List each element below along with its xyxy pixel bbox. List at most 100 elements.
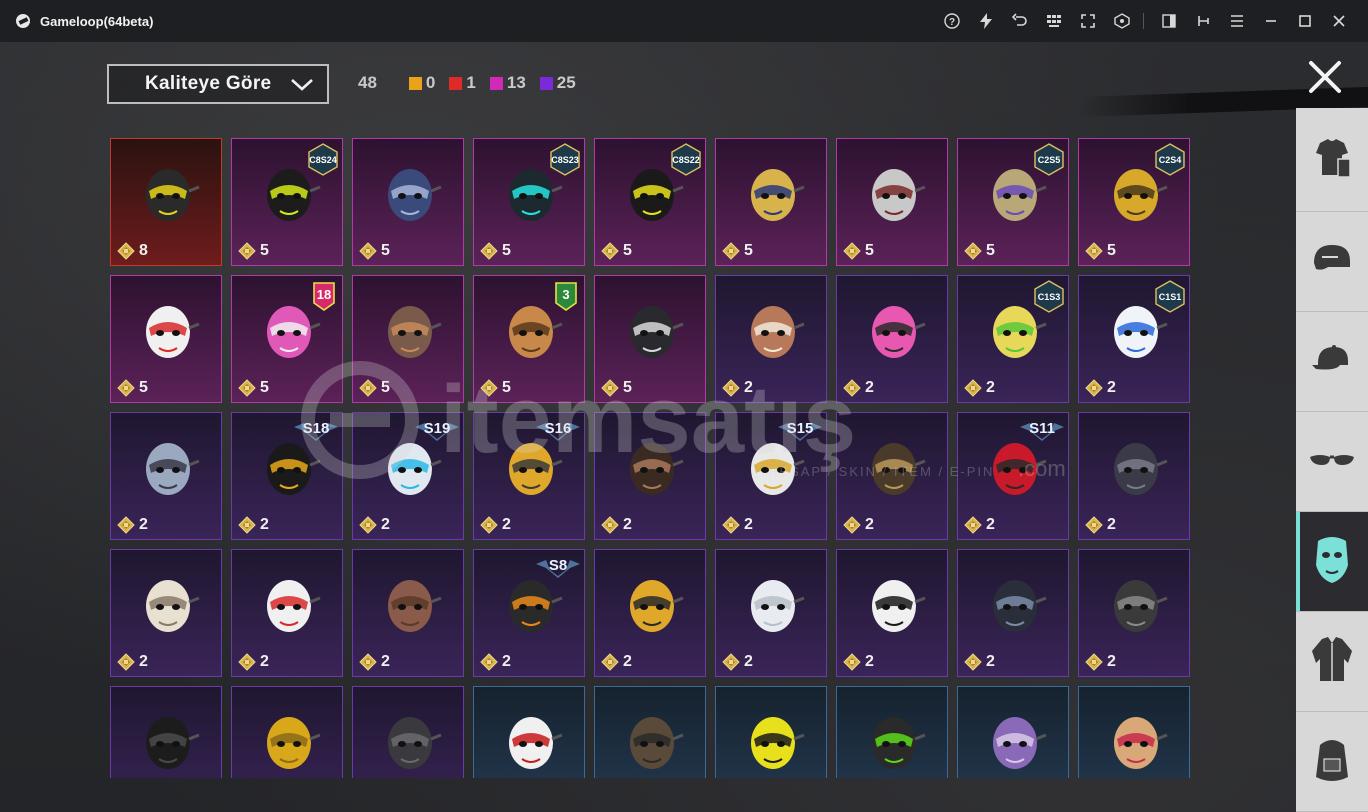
item-card[interactable]: C8S24 5 — [231, 138, 343, 266]
mask-image — [388, 306, 442, 358]
mask-image — [751, 580, 805, 632]
item-cost-value: 5 — [865, 242, 874, 259]
item-card[interactable]: C1S1 2 — [1078, 275, 1190, 403]
flash-icon[interactable] — [971, 6, 1001, 36]
item-card[interactable]: S11 2 — [957, 412, 1069, 540]
sidebar-tab-helmet[interactable] — [1296, 212, 1368, 312]
item-cost-value: 5 — [744, 242, 753, 259]
item-card[interactable] — [836, 686, 948, 778]
item-card[interactable] — [957, 686, 1069, 778]
mask-image — [267, 443, 321, 495]
item-card[interactable]: 8 — [110, 138, 222, 266]
sidebar-tab-cap[interactable] — [1296, 312, 1368, 412]
item-card[interactable]: S8 2 — [473, 549, 585, 677]
item-card[interactable]: 35 — [473, 275, 585, 403]
item-card[interactable]: 2 — [715, 275, 827, 403]
item-card[interactable] — [715, 686, 827, 778]
coin-icon — [117, 242, 135, 260]
item-card[interactable]: 2 — [1078, 412, 1190, 540]
item-card[interactable]: 2 — [957, 549, 1069, 677]
item-card[interactable]: C8S22 5 — [594, 138, 706, 266]
item-card[interactable]: C1S3 2 — [957, 275, 1069, 403]
mask-image — [1114, 443, 1168, 495]
item-cost: 5 — [480, 379, 511, 397]
mask-image — [146, 443, 200, 495]
svg-text:?: ? — [949, 17, 955, 28]
mask-image — [630, 443, 684, 495]
item-cost-value: 5 — [502, 242, 511, 259]
coin-icon — [1085, 242, 1103, 260]
close-icon[interactable] — [1306, 58, 1344, 96]
item-cost-value: 2 — [744, 379, 753, 396]
item-card[interactable]: S18 2 — [231, 412, 343, 540]
sidebar-tab-outfit[interactable] — [1296, 112, 1368, 212]
sidebar-tab-jacket[interactable] — [1296, 612, 1368, 712]
coin-icon — [722, 516, 740, 534]
item-card[interactable]: 2 — [836, 275, 948, 403]
item-card[interactable] — [352, 686, 464, 778]
help-icon[interactable]: ? — [937, 6, 967, 36]
item-cost-value: 2 — [1107, 653, 1116, 670]
item-card[interactable]: C8S23 5 — [473, 138, 585, 266]
season-badge-icon: C8S22 — [671, 143, 701, 176]
item-card[interactable]: 2 — [110, 549, 222, 677]
coin-icon — [359, 653, 377, 671]
close-window-icon[interactable] — [1324, 6, 1354, 36]
gyro-icon[interactable] — [1107, 6, 1137, 36]
item-card[interactable]: 5 — [110, 275, 222, 403]
fullscreen-icon[interactable] — [1073, 6, 1103, 36]
sidebar-tab-glasses[interactable] — [1296, 412, 1368, 512]
item-cost: 2 — [1085, 379, 1116, 397]
menu-icon[interactable] — [1222, 6, 1252, 36]
jacket-icon — [1308, 633, 1356, 690]
coin-icon — [480, 516, 498, 534]
item-card[interactable]: 5 — [594, 275, 706, 403]
sidebar-tab-mask[interactable] — [1296, 512, 1368, 612]
sidebar-toggle-icon[interactable] — [1154, 6, 1184, 36]
season-badge-label: C8S22 — [672, 155, 700, 165]
item-card[interactable]: S16 2 — [473, 412, 585, 540]
sidebar-tab-backpack[interactable] — [1296, 712, 1368, 812]
item-card[interactable]: C2S4 5 — [1078, 138, 1190, 266]
legendary-swatch — [408, 76, 422, 90]
item-card[interactable]: 18 5 — [231, 275, 343, 403]
item-cost-value: 5 — [502, 379, 511, 396]
coin-icon — [117, 379, 135, 397]
pin-icon[interactable] — [1188, 6, 1218, 36]
keyboard-icon[interactable] — [1039, 6, 1069, 36]
season-badge-icon: C8S24 — [308, 143, 338, 176]
item-cost-value: 2 — [139, 653, 148, 670]
item-card[interactable]: 2 — [715, 549, 827, 677]
total-count: 48 — [358, 73, 377, 92]
item-card[interactable] — [473, 686, 585, 778]
item-card[interactable]: 2 — [231, 549, 343, 677]
item-card[interactable] — [594, 686, 706, 778]
item-card[interactable]: 2 — [110, 412, 222, 540]
maximize-icon[interactable] — [1290, 6, 1320, 36]
undo-icon[interactable] — [1005, 6, 1035, 36]
minimize-icon[interactable] — [1256, 6, 1286, 36]
item-card[interactable]: 2 — [836, 412, 948, 540]
item-card[interactable]: 5 — [352, 138, 464, 266]
item-card[interactable]: 2 — [594, 549, 706, 677]
coin-icon — [238, 242, 256, 260]
item-card[interactable] — [110, 686, 222, 778]
coin-icon — [1085, 516, 1103, 534]
item-card[interactable]: 2 — [1078, 549, 1190, 677]
item-card[interactable]: 5 — [352, 275, 464, 403]
item-card[interactable]: S15 2 — [715, 412, 827, 540]
item-card[interactable]: 2 — [352, 549, 464, 677]
item-card[interactable]: 5 — [836, 138, 948, 266]
item-cost: 2 — [117, 516, 148, 534]
sort-dropdown[interactable]: Kaliteye Göre — [107, 64, 329, 104]
item-card[interactable]: 2 — [594, 412, 706, 540]
item-card[interactable] — [1078, 686, 1190, 778]
item-cost-value: 2 — [260, 516, 269, 533]
item-card[interactable]: C2S5 5 — [957, 138, 1069, 266]
coin-icon — [843, 516, 861, 534]
item-card[interactable]: 5 — [715, 138, 827, 266]
item-cost: 2 — [843, 653, 874, 671]
item-card[interactable] — [231, 686, 343, 778]
item-card[interactable]: S19 2 — [352, 412, 464, 540]
item-card[interactable]: 2 — [836, 549, 948, 677]
